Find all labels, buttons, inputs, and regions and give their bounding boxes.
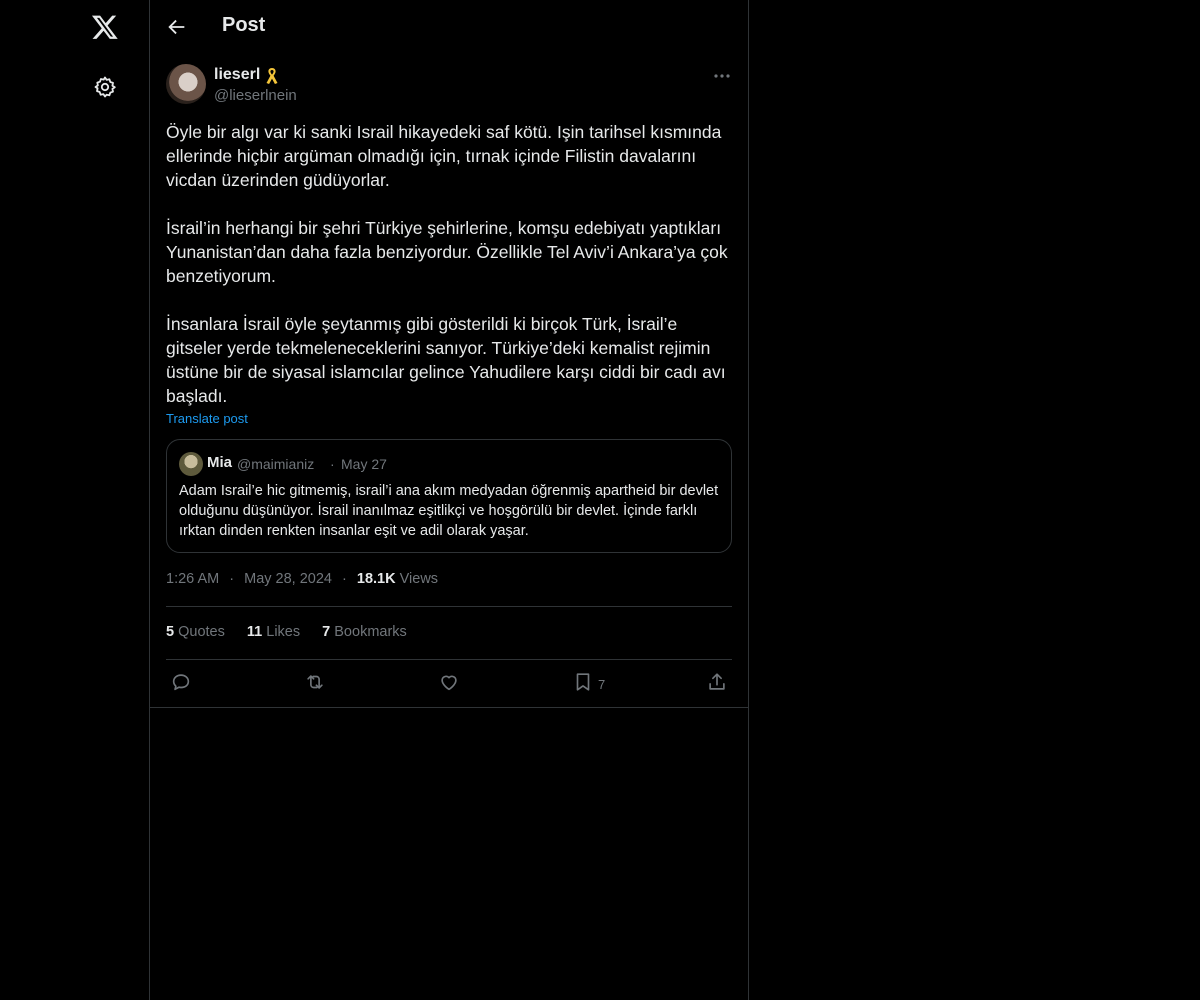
post-time[interactable]: 1:26 AM: [166, 571, 219, 587]
divider: [166, 659, 732, 660]
quotes-stat[interactable]: 5 Quotes: [166, 624, 225, 640]
quote-avatar: [179, 452, 203, 476]
quotes-count: 5: [166, 624, 175, 640]
page-header: Post: [150, 0, 748, 53]
x-logo-icon[interactable]: [91, 13, 119, 41]
divider: [166, 606, 732, 607]
left-nav: [0, 0, 150, 1000]
page-title: Post: [222, 14, 266, 36]
author-name[interactable]: lieserl: [214, 66, 260, 84]
post-date[interactable]: May 28, 2024: [244, 571, 332, 587]
likes-count: 11: [246, 624, 263, 640]
bookmarks-label: Bookmarks: [334, 624, 407, 640]
quote-separator: ·: [330, 456, 335, 472]
quote-author-handle: @maimianiz: [237, 456, 315, 472]
arrow-left-icon[interactable]: [166, 16, 188, 38]
quote-date: May 27: [341, 456, 387, 472]
share-icon[interactable]: [706, 671, 728, 695]
post-actions: 7: [166, 671, 732, 697]
post-text: Öyle bir algı var ki sanki Israil hikaye…: [166, 122, 728, 406]
meta-separator: ·: [229, 571, 235, 587]
translate-post-link[interactable]: Translate post: [166, 411, 248, 426]
bookmark-action-count: 7: [598, 677, 606, 692]
author-handle[interactable]: @lieserlnein: [214, 87, 297, 104]
quotes-label: Quotes: [178, 624, 225, 640]
quote-author-name: Mia: [207, 454, 233, 471]
bookmark-button[interactable]: 7: [572, 671, 605, 695]
post-meta: 1:26 AM · May 28, 2024 · 18.1K Views: [166, 571, 438, 587]
reply-icon[interactable]: [170, 671, 192, 695]
views-count: 18.1K: [356, 571, 396, 587]
likes-stat[interactable]: 11 Likes: [247, 624, 300, 640]
meta-separator: ·: [342, 571, 347, 587]
repost-icon[interactable]: [304, 671, 326, 695]
quoted-post[interactable]: Mia @maimianiz · May 27 Adam Israil’e hi…: [166, 439, 732, 553]
avatar[interactable]: [166, 64, 206, 104]
post-stats: 5 Quotes 11 Likes 7 Bookmarks: [166, 624, 425, 640]
quote-text: Adam Israil’e hic gitmemiş, israil’i ana…: [179, 483, 719, 539]
bookmarks-count: 7: [322, 624, 331, 640]
likes-label: Likes: [266, 624, 301, 640]
more-options-icon[interactable]: [712, 66, 732, 86]
yellow-ribbon-icon: [265, 67, 279, 85]
heart-icon[interactable]: [438, 671, 460, 695]
bookmark-icon: [576, 673, 590, 691]
divider: [150, 707, 748, 708]
views-label: Views: [399, 571, 439, 587]
main-column: Post lieserl @lieserlnein Öyle bir algı …: [149, 0, 749, 1000]
bookmarks-stat[interactable]: 7 Bookmarks: [322, 624, 407, 640]
gear-icon[interactable]: [93, 75, 117, 99]
